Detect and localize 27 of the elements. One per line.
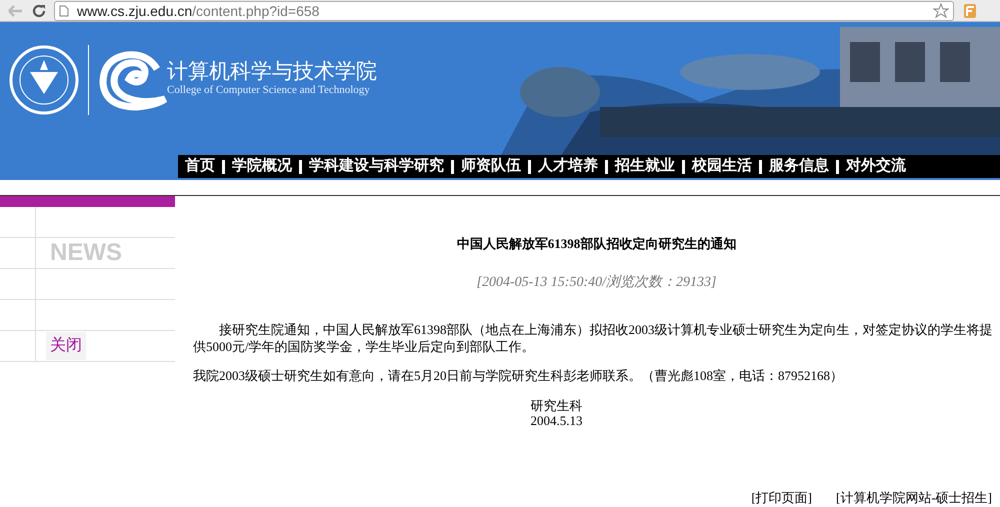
nav-link[interactable]: 人才培养 bbox=[531, 155, 605, 178]
college-name: 计算机科学与技术学院 bbox=[167, 61, 377, 82]
address-bar[interactable]: www.cs.zju.edu.cn/content.php?id=658 bbox=[54, 0, 954, 20]
nav-link[interactable]: 校园生活 bbox=[685, 155, 759, 178]
article-title: 中国人民解放军61398部队招收定向研究生的通知 bbox=[456, 236, 736, 251]
star-icon[interactable] bbox=[933, 2, 949, 18]
page-icon bbox=[59, 4, 69, 16]
article-paragraph: 接研究生院通知，中国人民解放军61398部队（地点在上海浦东）拟招收2003级计算机专业硕士研究生为定向生，对签定协议的学生将提供5000元/学年的国防奖学金，学生毕业后定向到部队工作。 bbox=[193, 320, 994, 354]
nav-link[interactable]: 学院概况 bbox=[225, 155, 299, 178]
nav-link[interactable]: 学科建设与科学研究 bbox=[302, 155, 451, 178]
nav-link[interactable]: 师资队伍 bbox=[454, 155, 528, 178]
extension-icon[interactable] bbox=[962, 2, 978, 18]
article-paragraph: 我院2003级硕士研究生如有意向，请在5月20日前与学院研究生科彭老师联系。（曹光彪108室，电话：87952168） bbox=[193, 366, 844, 384]
reload-icon[interactable] bbox=[32, 4, 46, 18]
university-seal-icon bbox=[8, 44, 80, 116]
swirl-logo-icon bbox=[97, 49, 167, 111]
signature-line: 2004.5.13 bbox=[530, 412, 582, 428]
close-link[interactable]: 关闭 bbox=[46, 332, 86, 360]
nav-link[interactable]: 对外交流 bbox=[839, 155, 913, 178]
nav-link[interactable]: 服务信息 bbox=[762, 155, 836, 178]
footer-link[interactable]: [计算机学院网站-硕士招生] bbox=[836, 488, 992, 507]
college-english-name: College of Computer Science and Technology bbox=[167, 83, 371, 98]
nav-link[interactable]: 招生就业 bbox=[608, 155, 682, 178]
footer-link[interactable]: [打印页面] bbox=[751, 488, 812, 507]
nav-link[interactable]: 首页 bbox=[178, 155, 222, 178]
signature-line: 研究生科 bbox=[530, 398, 582, 412]
article-meta: [2004-05-13 15:50:40/浏览次数：29133] bbox=[476, 274, 716, 290]
